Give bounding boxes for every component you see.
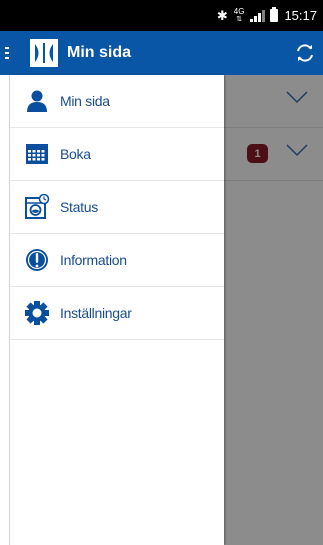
drawer-item-installningar[interactable]: Inställningar (10, 287, 224, 340)
washing-machine-icon (24, 194, 50, 220)
refresh-icon[interactable] (294, 42, 316, 64)
drawer-item-boka[interactable]: Boka (10, 128, 224, 181)
drawer-item-label: Information (60, 252, 127, 268)
person-icon (24, 88, 50, 114)
drawer-item-label: Min sida (60, 93, 110, 109)
clock: 15:17 (284, 8, 317, 23)
network-label: 4G (233, 6, 245, 16)
status-bar: ✱ 4G ⇅ 15:17 (0, 0, 323, 31)
info-icon (24, 247, 50, 273)
app-bar: Min sida (0, 31, 323, 75)
content-edge (0, 75, 10, 545)
network-type: 4G ⇅ (233, 6, 245, 24)
electrolux-logo-icon (30, 39, 58, 67)
drawer-item-min-sida[interactable]: Min sida (10, 75, 224, 128)
drawer-item-label: Boka (60, 146, 91, 162)
signal-icon (250, 9, 266, 22)
drawer-item-information[interactable]: Information (10, 234, 224, 287)
navigation-drawer: Min sida Boka Status Information Inställ… (10, 75, 224, 545)
drawer-scrim[interactable] (224, 75, 323, 545)
calendar-icon (24, 141, 50, 167)
gear-icon (24, 300, 50, 326)
drawer-item-label: Inställningar (60, 305, 132, 321)
data-arrows-icon: ⇅ (236, 15, 243, 23)
bluetooth-icon: ✱ (216, 8, 228, 23)
drawer-item-label: Status (60, 199, 98, 215)
menu-icon[interactable] (0, 31, 12, 75)
app-title: Min sida (67, 44, 132, 61)
battery-icon (270, 7, 279, 22)
drawer-item-status[interactable]: Status (10, 181, 224, 234)
